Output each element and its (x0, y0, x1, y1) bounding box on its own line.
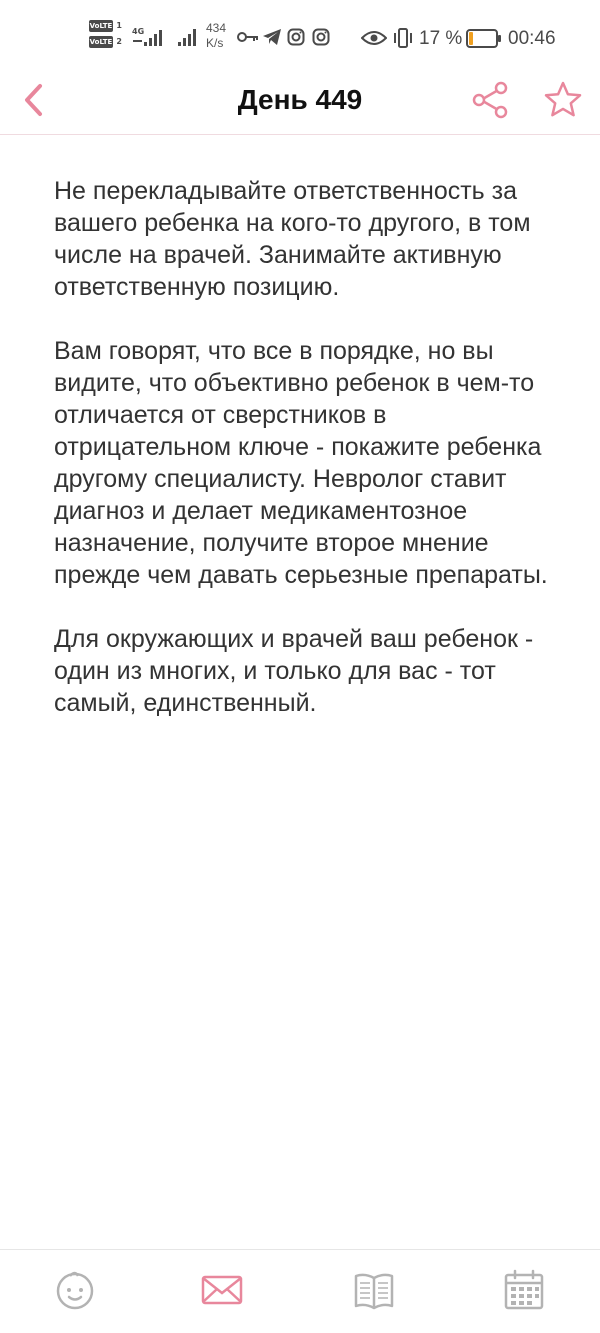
chevron-left-icon (25, 84, 42, 116)
favorite-button[interactable] (543, 80, 583, 120)
network-speed-value: 434 (206, 21, 227, 35)
key-icon (237, 30, 259, 44)
mail-icon (201, 1275, 243, 1305)
paragraph-3: Для окружающих и врачей ваш ребенок - од… (54, 625, 534, 717)
signal-strength-sim2-icon (177, 26, 199, 48)
network-speed-unit: K/s (206, 36, 224, 50)
signal-strength-sim1-icon: 4G (130, 24, 162, 50)
battery-percent: 17 % (419, 28, 463, 49)
vibrate-icon (392, 27, 414, 49)
network-type-label: 4G (132, 27, 144, 36)
nav-calendar-button[interactable] (502, 1268, 546, 1312)
nav-messages-button[interactable] (200, 1268, 244, 1312)
volte-badge-1: VoLTE 1 (89, 20, 122, 32)
eye-icon (361, 30, 387, 46)
nav-baby-button[interactable] (53, 1268, 97, 1312)
share-button[interactable] (470, 80, 510, 120)
battery-icon (466, 29, 502, 48)
share-icon (472, 81, 508, 119)
sim-indicators: VoLTE 1 VoLTE 2 (89, 20, 127, 54)
instagram-icon (312, 28, 330, 46)
instagram-icon (287, 28, 305, 46)
telegram-icon (262, 28, 282, 46)
paragraph-2: Вам говорят, что все в порядке, но вы ви… (54, 337, 548, 589)
clock: 00:46 (508, 28, 556, 49)
paragraph-1: Не перекладывайте ответственность за ваш… (54, 177, 531, 301)
article-content: Не перекладывайте ответственность за ваш… (54, 175, 554, 751)
star-icon (544, 81, 582, 117)
app-header: День 449 (0, 78, 600, 135)
baby-icon (56, 1271, 94, 1310)
nav-library-button[interactable] (352, 1268, 396, 1312)
book-icon (354, 1273, 394, 1310)
status-bar: VoLTE 1 VoLTE 2 4G 434 K/s 17 % 00:46 (0, 0, 600, 78)
bottom-navigation (0, 1249, 600, 1333)
page-title: День 449 (237, 84, 363, 115)
network-speed: 434 K/s (206, 21, 238, 51)
calendar-icon (504, 1269, 544, 1310)
back-button[interactable] (18, 82, 52, 118)
volte-badge-2: VoLTE 2 (89, 36, 122, 48)
